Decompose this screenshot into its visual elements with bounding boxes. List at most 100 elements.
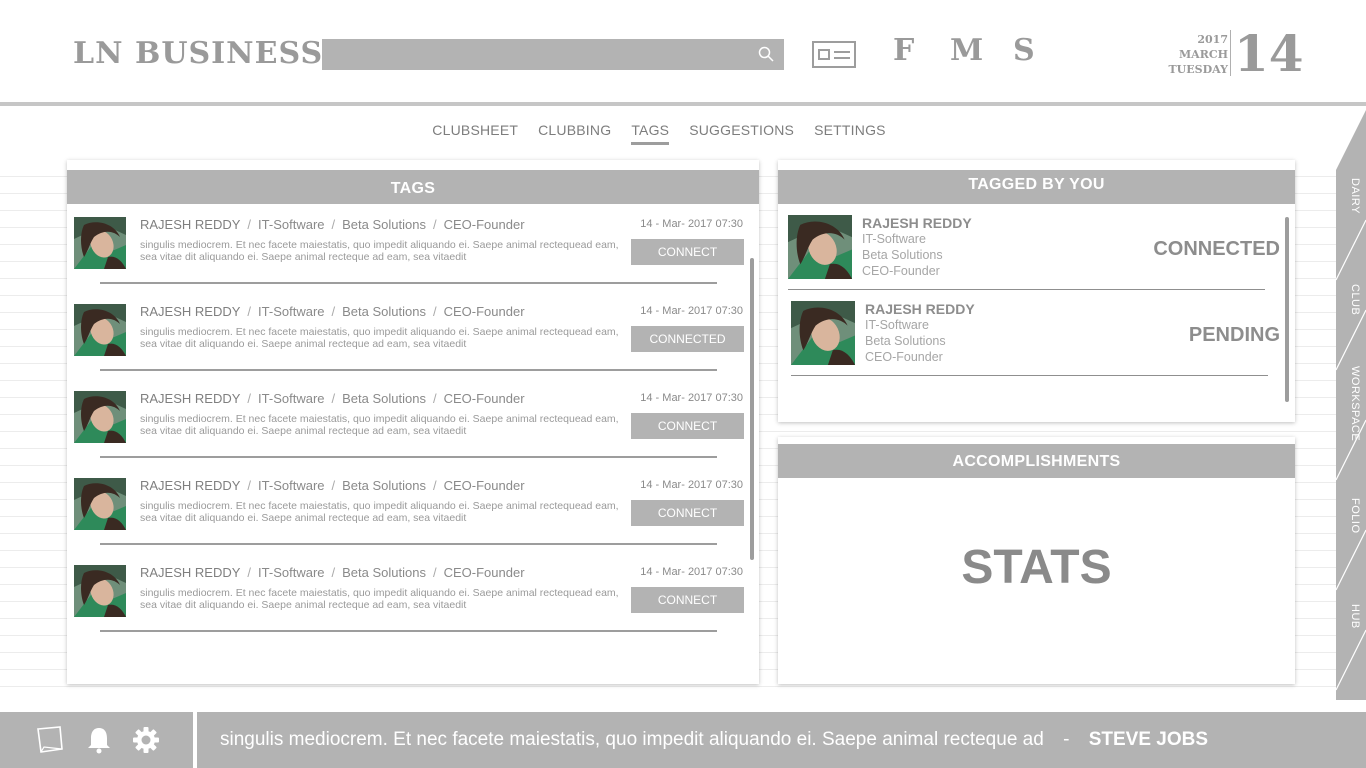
app-logo[interactable]: LN BUSINESS bbox=[73, 36, 323, 71]
divider bbox=[100, 630, 717, 632]
accomplishments-panel: ACCOMPLISHMENTS STATS bbox=[778, 437, 1295, 684]
tag-item: RAJESH REDDY / IT-Software / Beta Solutions /… bbox=[67, 391, 759, 478]
avatar[interactable] bbox=[74, 391, 126, 443]
tag-item: RAJESH REDDY / IT-Software / Beta Solutions /… bbox=[67, 478, 759, 565]
bell-icon[interactable] bbox=[84, 725, 114, 755]
tag-description: singulis mediocrem. Et nec facete maiest… bbox=[140, 326, 619, 350]
shortcut-f[interactable]: F bbox=[893, 33, 914, 68]
footer: singulis mediocrem. Et nec facete maiest… bbox=[0, 712, 1366, 768]
tagged-name[interactable]: RAJESH REDDY bbox=[862, 215, 972, 231]
tag-meta: RAJESH REDDY / IT-Software / Beta Solutions /… bbox=[140, 391, 525, 406]
tag-item: RAJESH REDDY / IT-Software / Beta Solutions /… bbox=[67, 304, 759, 391]
side-tab-dairy[interactable]: DAIRY bbox=[1341, 178, 1361, 214]
avatar[interactable] bbox=[74, 217, 126, 269]
quote-dash: - bbox=[1063, 729, 1070, 750]
tag-role: CEO-Founder bbox=[443, 478, 525, 493]
side-tab-workspace[interactable]: WORKSPACE bbox=[1341, 366, 1361, 441]
tag-meta: RAJESH REDDY / IT-Software / Beta Solutions /… bbox=[140, 565, 525, 580]
tag-industry: IT-Software bbox=[258, 478, 325, 493]
avatar[interactable] bbox=[74, 565, 126, 617]
tag-name[interactable]: RAJESH REDDY bbox=[140, 391, 240, 406]
divider bbox=[100, 543, 717, 545]
tag-company: Beta Solutions bbox=[342, 391, 426, 406]
tagged-by-you-panel: TAGGED BY YOU RAJESH REDDY IT-Software B… bbox=[778, 160, 1295, 422]
status-badge: CONNECTED bbox=[1153, 238, 1280, 260]
tagged-by-you-title: TAGGED BY YOU bbox=[778, 170, 1295, 204]
date-text: 2017 MARCH TUESDAY bbox=[1169, 32, 1229, 77]
tab-suggestions[interactable]: SUGGESTIONS bbox=[689, 122, 794, 145]
side-tab-folio[interactable]: FOLIO bbox=[1341, 498, 1361, 534]
connect-button[interactable]: CONNECT bbox=[631, 413, 744, 439]
tag-item: RAJESH REDDY / IT-Software / Beta Solutions /… bbox=[67, 565, 759, 652]
tag-meta: RAJESH REDDY / IT-Software / Beta Solutions /… bbox=[140, 478, 525, 493]
tagged-info: RAJESH REDDY IT-Software Beta Solutions … bbox=[862, 215, 972, 279]
tagged-info: RAJESH REDDY IT-Software Beta Solutions … bbox=[865, 301, 975, 365]
accomplishments-title: ACCOMPLISHMENTS bbox=[778, 444, 1295, 478]
tag-description: singulis mediocrem. Et nec facete maiest… bbox=[140, 239, 619, 263]
tagged-role: CEO-Founder bbox=[862, 264, 940, 278]
side-tab-club[interactable]: CLUB bbox=[1341, 284, 1361, 315]
quote: singulis mediocrem. Et nec facete maiest… bbox=[220, 729, 1208, 751]
tagged-item: RAJESH REDDY IT-Software Beta Solutions … bbox=[778, 215, 1295, 301]
avatar[interactable] bbox=[788, 215, 852, 279]
avatar[interactable] bbox=[74, 478, 126, 530]
tag-industry: IT-Software bbox=[258, 304, 325, 319]
avatar[interactable] bbox=[74, 304, 126, 356]
date-day: 14 bbox=[1234, 24, 1304, 83]
tag-meta: RAJESH REDDY / IT-Software / Beta Solutions /… bbox=[140, 217, 525, 232]
tag-name[interactable]: RAJESH REDDY bbox=[140, 217, 240, 232]
tab-tags[interactable]: TAGS bbox=[631, 122, 670, 145]
date-divider bbox=[1230, 30, 1231, 76]
shortcut-s[interactable]: S bbox=[1013, 33, 1035, 68]
shortcut-m[interactable]: M bbox=[950, 33, 983, 68]
gear-icon[interactable] bbox=[131, 725, 161, 755]
tag-name[interactable]: RAJESH REDDY bbox=[140, 478, 240, 493]
avatar[interactable] bbox=[791, 301, 855, 365]
tag-name[interactable]: RAJESH REDDY bbox=[140, 565, 240, 580]
quote-text: singulis mediocrem. Et nec facete maiest… bbox=[220, 729, 1044, 750]
side-tab-hub[interactable]: HUB bbox=[1341, 604, 1361, 629]
footer-divider bbox=[193, 712, 197, 768]
connect-button[interactable]: CONNECT bbox=[631, 239, 744, 265]
date-year: 2017 bbox=[1197, 33, 1228, 46]
tag-role: CEO-Founder bbox=[443, 304, 525, 319]
id-card-icon[interactable] bbox=[812, 41, 856, 68]
tab-clubbing[interactable]: CLUBBING bbox=[538, 122, 611, 145]
tag-company: Beta Solutions bbox=[342, 217, 426, 232]
quote-author: STEVE JOBS bbox=[1088, 729, 1209, 750]
tags-panel: TAGS RAJESH REDDY / IT-Software / Beta Solut… bbox=[67, 160, 759, 684]
tagged-company: Beta Solutions bbox=[865, 334, 946, 348]
tag-company: Beta Solutions bbox=[342, 478, 426, 493]
connect-button[interactable]: CONNECTED bbox=[631, 326, 744, 352]
tag-time: 14 - Mar- 2017 07:30 bbox=[640, 305, 743, 317]
notes-icon[interactable] bbox=[35, 725, 65, 755]
tagged-scrollbar[interactable] bbox=[1285, 217, 1289, 402]
date-month: MARCH bbox=[1178, 48, 1228, 61]
tab-clubsheet[interactable]: CLUBSHEET bbox=[432, 122, 518, 145]
connect-button[interactable]: CONNECT bbox=[631, 500, 744, 526]
tag-time: 14 - Mar- 2017 07:30 bbox=[640, 479, 743, 491]
tab-settings[interactable]: SETTINGS bbox=[814, 122, 886, 145]
divider bbox=[100, 456, 717, 458]
tags-scrollbar[interactable] bbox=[750, 258, 754, 560]
connect-button[interactable]: CONNECT bbox=[631, 587, 744, 613]
search-input[interactable] bbox=[322, 39, 784, 70]
divider bbox=[791, 375, 1268, 376]
tag-industry: IT-Software bbox=[258, 565, 325, 580]
tagged-item: RAJESH REDDY IT-Software Beta Solutions … bbox=[778, 301, 1295, 387]
tagged-company: Beta Solutions bbox=[862, 248, 943, 262]
divider bbox=[100, 369, 717, 371]
divider bbox=[100, 282, 717, 284]
tag-time: 14 - Mar- 2017 07:30 bbox=[640, 392, 743, 404]
tag-name[interactable]: RAJESH REDDY bbox=[140, 304, 240, 319]
tag-role: CEO-Founder bbox=[443, 217, 525, 232]
header: LN BUSINESS F M S 2017 MARCH TUESDAY 14 bbox=[0, 0, 1366, 106]
tag-role: CEO-Founder bbox=[443, 565, 525, 580]
tag-role: CEO-Founder bbox=[443, 391, 525, 406]
search-icon[interactable] bbox=[758, 46, 774, 62]
tag-company: Beta Solutions bbox=[342, 304, 426, 319]
tagged-name[interactable]: RAJESH REDDY bbox=[865, 301, 975, 317]
tagged-role: CEO-Founder bbox=[865, 350, 943, 364]
stats-text: STATS bbox=[961, 541, 1112, 594]
tag-time: 14 - Mar- 2017 07:30 bbox=[640, 218, 743, 230]
